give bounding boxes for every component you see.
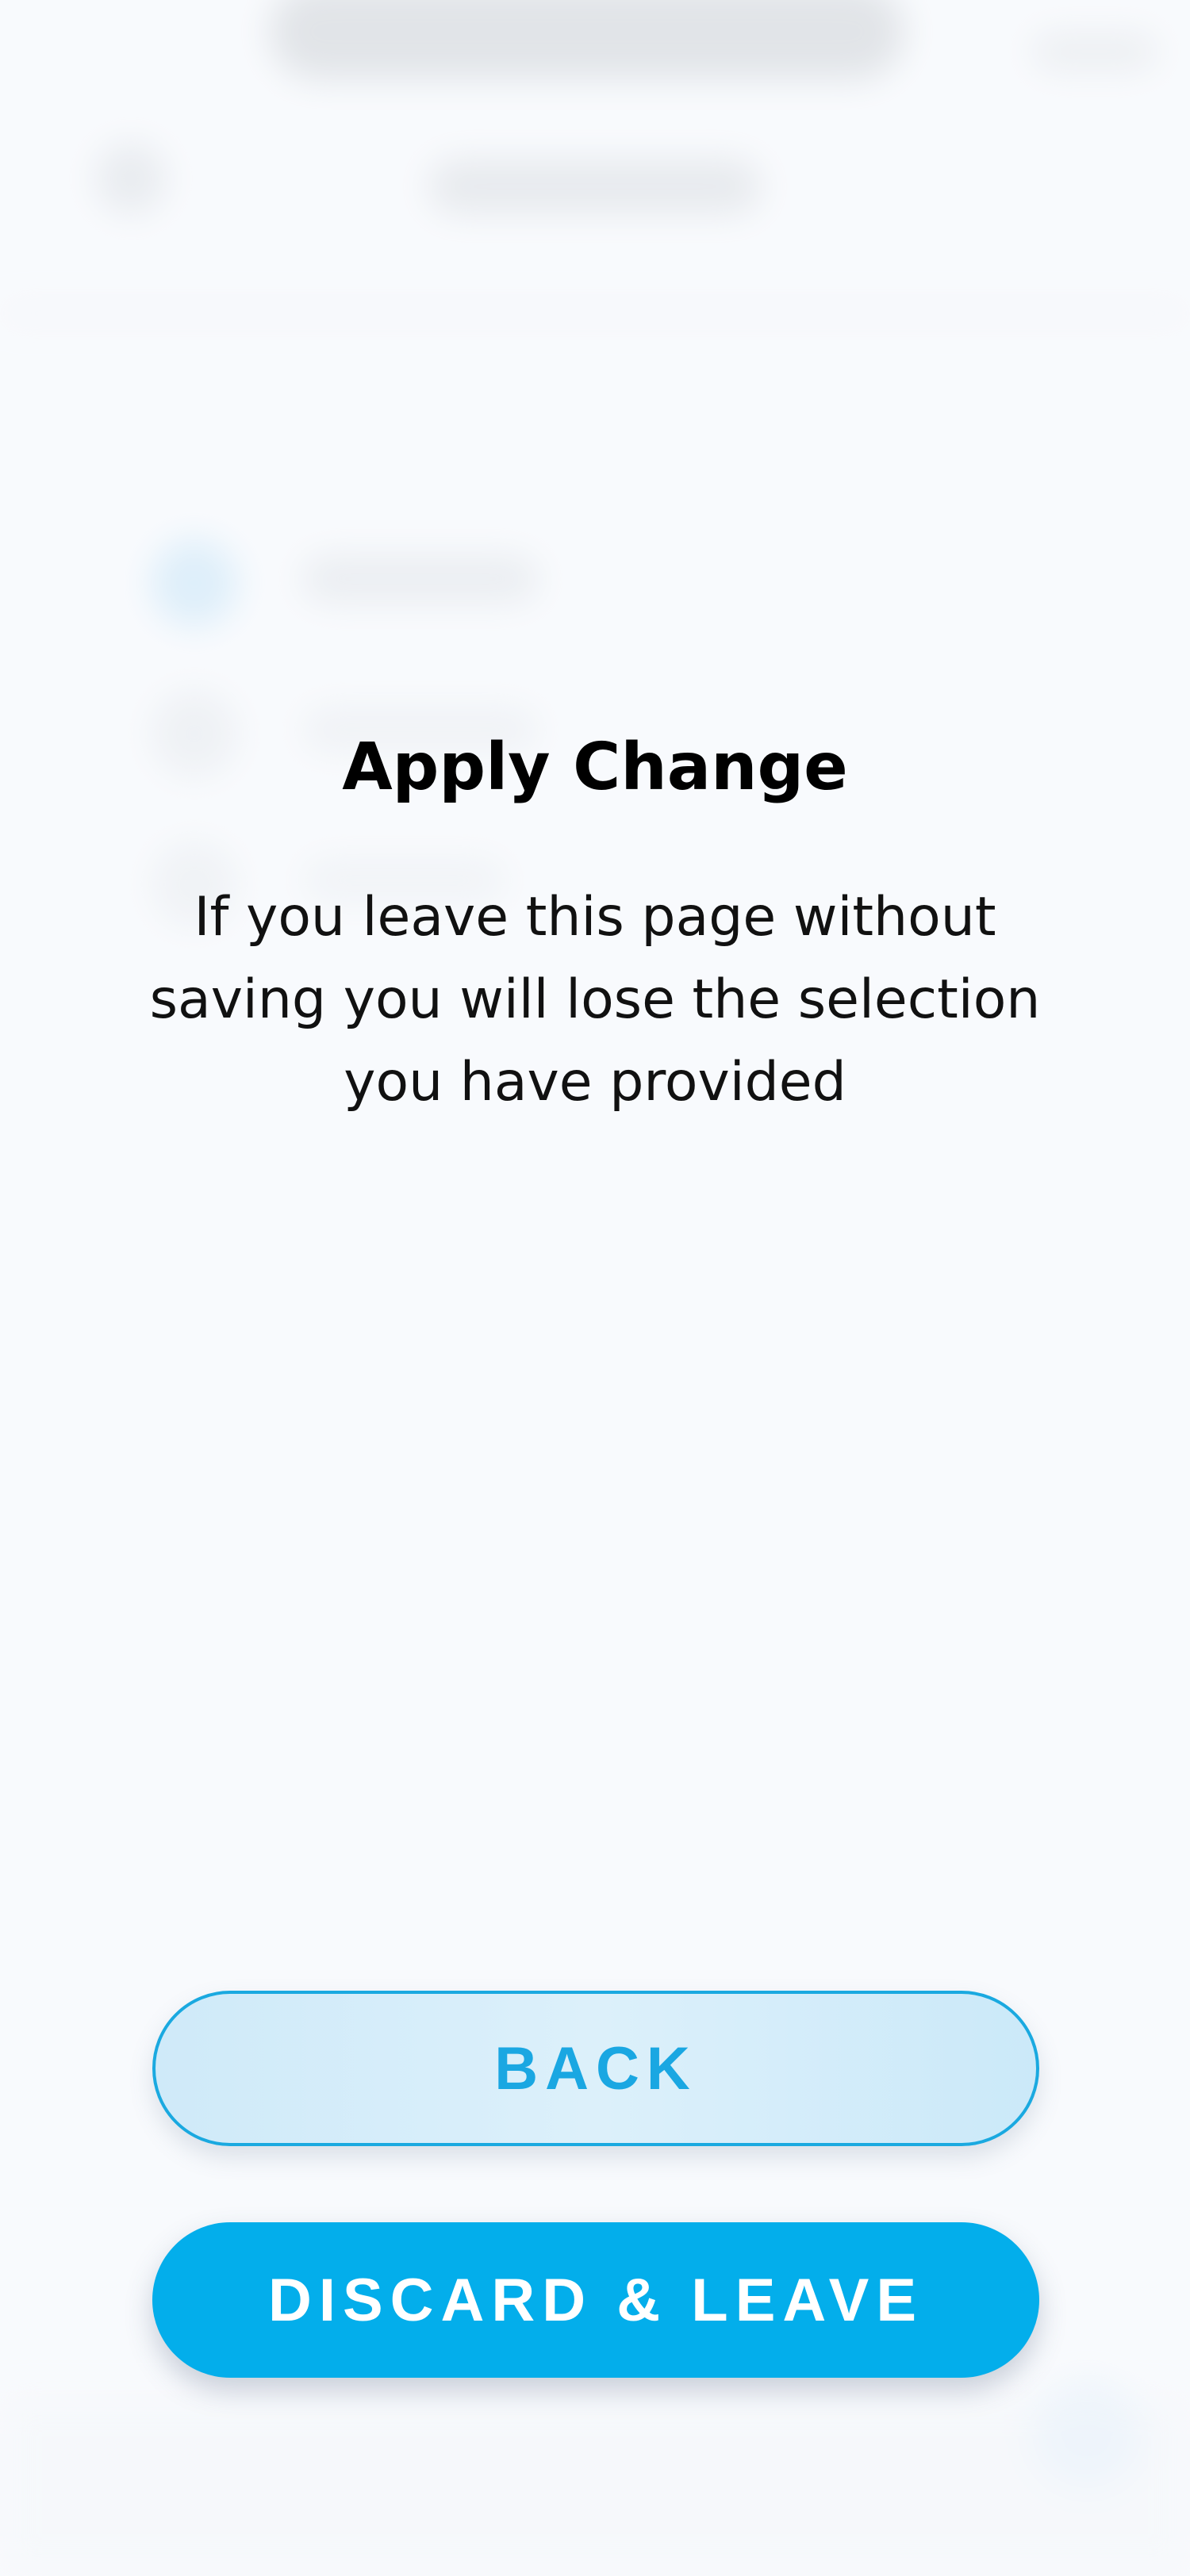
modal-overlay: Apply Change If you leave this page with… [0,0,1190,2576]
discard-and-leave-button[interactable]: DISCARD & LEAVE [152,2222,1039,2378]
back-button[interactable]: BACK [152,1991,1039,2146]
dialog-title: Apply Change [342,730,848,805]
dialog-message: If you leave this page without saving yo… [149,886,1041,1114]
